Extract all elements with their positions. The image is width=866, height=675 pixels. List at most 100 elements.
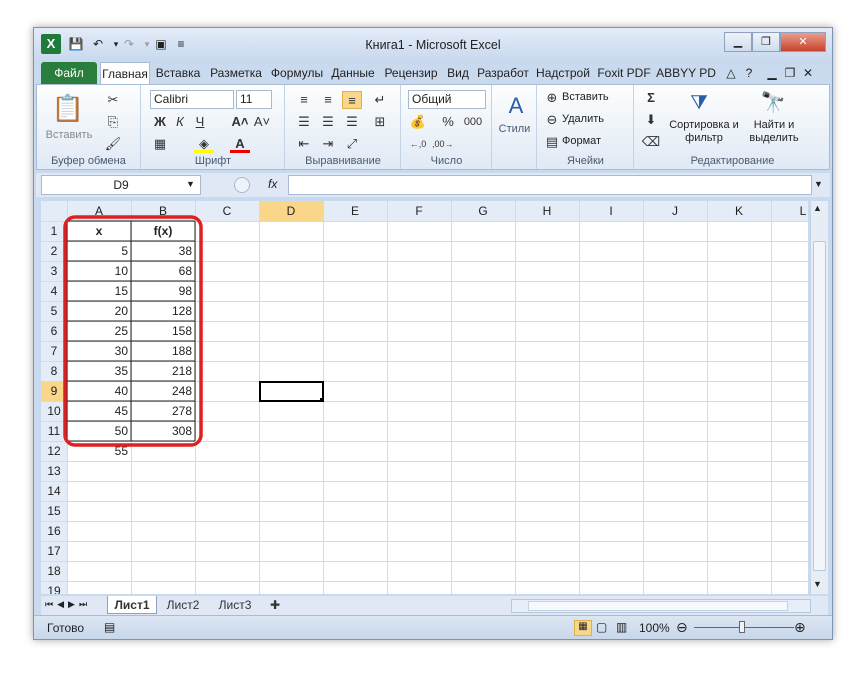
thousands-button[interactable]: 000 (460, 113, 486, 131)
cell-a5[interactable]: 20 (115, 304, 129, 318)
hscroll-thumb[interactable] (528, 601, 788, 611)
help-icon[interactable]: ? (740, 62, 758, 84)
align-middle-icon[interactable]: ≡ (318, 91, 338, 109)
column-header-e[interactable]: E (351, 204, 359, 218)
row-header-15[interactable]: 15 (47, 504, 61, 518)
column-header-i[interactable]: I (609, 204, 612, 218)
help-collapse-icon[interactable]: △ (722, 62, 740, 84)
cell-a6[interactable]: 25 (115, 324, 129, 338)
cell-a1[interactable]: x (96, 224, 103, 238)
styles-button[interactable]: Стили (493, 123, 536, 135)
cell-a3[interactable]: 10 (115, 264, 129, 278)
page-break-icon[interactable]: ▥ (616, 620, 627, 634)
tab-foxit[interactable]: Foxit PDF (594, 62, 654, 84)
row-header-1[interactable]: 1 (51, 224, 58, 238)
tab-home[interactable]: Главная (100, 62, 150, 84)
tab-review[interactable]: Рецензир (380, 62, 442, 84)
zoom-slider-handle[interactable] (739, 621, 745, 633)
tab-file[interactable]: Файл (41, 62, 97, 84)
font-size-select[interactable]: 11 (236, 90, 272, 109)
close-button[interactable]: ✕ (780, 32, 826, 52)
row-header-5[interactable]: 5 (51, 304, 58, 318)
tab-view[interactable]: Вид (444, 62, 472, 84)
row-header-9[interactable]: 9 (51, 384, 58, 398)
cell-b9[interactable]: 248 (172, 384, 192, 398)
row-header-3[interactable]: 3 (51, 264, 58, 278)
tab-formulas[interactable]: Формулы (268, 62, 326, 84)
align-right-icon[interactable]: ☰ (342, 113, 362, 131)
zoom-level[interactable]: 100% (639, 621, 670, 635)
ribbon-restore-icon[interactable]: ❐ (782, 62, 798, 84)
autosum-icon[interactable]: Σ (641, 89, 661, 107)
clear-icon[interactable]: ⌫ (641, 133, 661, 151)
column-header-j[interactable]: J (672, 204, 678, 218)
currency-icon[interactable]: 💰 (408, 113, 428, 131)
row-header-8[interactable]: 8 (51, 364, 58, 378)
new-sheet-icon[interactable]: ✚ (265, 596, 285, 614)
cell-a10[interactable]: 45 (115, 404, 129, 418)
ribbon-minimize-icon[interactable]: ▁ (764, 62, 780, 84)
cell-a2[interactable]: 5 (121, 244, 128, 258)
increase-decimal-icon[interactable]: ←,0 (408, 135, 428, 153)
insert-cells-icon[interactable]: ⊕ (542, 89, 562, 107)
borders-icon[interactable]: ▦ (150, 135, 170, 153)
align-left-icon[interactable]: ☰ (294, 113, 314, 131)
insert-function-button[interactable]: fx (268, 177, 277, 191)
cell-a4[interactable]: 15 (115, 284, 129, 298)
column-header-c[interactable]: C (223, 204, 232, 218)
tab-layout[interactable]: Разметка (206, 62, 266, 84)
column-header-h[interactable]: H (543, 204, 552, 218)
cell-b3[interactable]: 68 (179, 264, 193, 278)
cell-b8[interactable]: 218 (172, 364, 192, 378)
tab-developer[interactable]: Разработ (474, 62, 532, 84)
ribbon-close-icon[interactable]: ✕ (800, 62, 816, 84)
delete-cells-icon[interactable]: ⊖ (542, 111, 562, 129)
row-header-12[interactable]: 12 (47, 444, 61, 458)
font-name-select[interactable]: Calibri (150, 90, 234, 109)
sort-filter-button[interactable]: Сортировка и фильтр (669, 119, 739, 145)
bold-button[interactable]: Ж (150, 113, 170, 131)
italic-button[interactable]: К (170, 113, 190, 131)
merge-center-icon[interactable]: ⊞ (370, 113, 390, 131)
copy-icon[interactable]: ⎘ (103, 113, 123, 131)
column-header-k[interactable]: K (735, 204, 743, 218)
paste-icon[interactable]: 📋 (51, 91, 85, 125)
decrease-indent-icon[interactable]: ⇤ (294, 135, 314, 153)
align-center-icon[interactable]: ☰ (318, 113, 338, 131)
sheet-tab-3[interactable]: Лист3 (211, 596, 259, 614)
sheet-tab-2[interactable]: Лист2 (159, 596, 207, 614)
row-header-2[interactable]: 2 (51, 244, 58, 258)
align-bottom-icon[interactable]: ≡ (342, 91, 362, 109)
normal-view-icon[interactable]: ▦ (574, 620, 592, 636)
format-cells-button[interactable]: Формат (562, 135, 601, 147)
fill-icon[interactable]: ⬇ (641, 111, 661, 129)
sheet-tab-1[interactable]: Лист1 (107, 596, 157, 614)
underline-button[interactable]: Ч (190, 113, 210, 131)
format-painter-icon[interactable]: 🖌 (103, 135, 123, 153)
tab-addins[interactable]: Надстрой (534, 62, 592, 84)
formula-input[interactable] (288, 175, 812, 195)
row-header-18[interactable]: 18 (47, 564, 61, 578)
row-header-17[interactable]: 17 (47, 544, 61, 558)
row-header-14[interactable]: 14 (47, 484, 61, 498)
active-cell-d9[interactable] (259, 381, 324, 402)
cell-a8[interactable]: 35 (115, 364, 129, 378)
name-box[interactable]: D9 (41, 175, 201, 195)
cell-a7[interactable]: 30 (115, 344, 129, 358)
cell-b6[interactable]: 158 (172, 324, 192, 338)
spreadsheet-grid[interactable]: A B C D E F G H I J K L 1 2 3 4 5 6 7 8 9 10 11 12 13 14 15 16 17 18 1… (41, 201, 808, 594)
row-header-11[interactable]: 11 (48, 424, 61, 438)
vertical-scrollbar[interactable]: ▲ ▼ (810, 201, 828, 594)
number-format-select[interactable]: Общий (408, 90, 486, 109)
find-select-button[interactable]: Найти и выделить (743, 119, 805, 145)
cell-b2[interactable]: 38 (179, 244, 193, 258)
formula-bar-expand-icon[interactable]: ▼ (814, 179, 823, 189)
column-header-f[interactable]: F (415, 204, 422, 218)
increase-indent-icon[interactable]: ⇥ (318, 135, 338, 153)
paste-button[interactable]: Вставить (41, 129, 97, 141)
cell-a11[interactable]: 50 (115, 424, 129, 438)
column-header-g[interactable]: G (478, 204, 487, 218)
restore-button[interactable]: ❐ (752, 32, 780, 52)
row-header-7[interactable]: 7 (51, 344, 58, 358)
row-header-10[interactable]: 10 (47, 404, 61, 418)
